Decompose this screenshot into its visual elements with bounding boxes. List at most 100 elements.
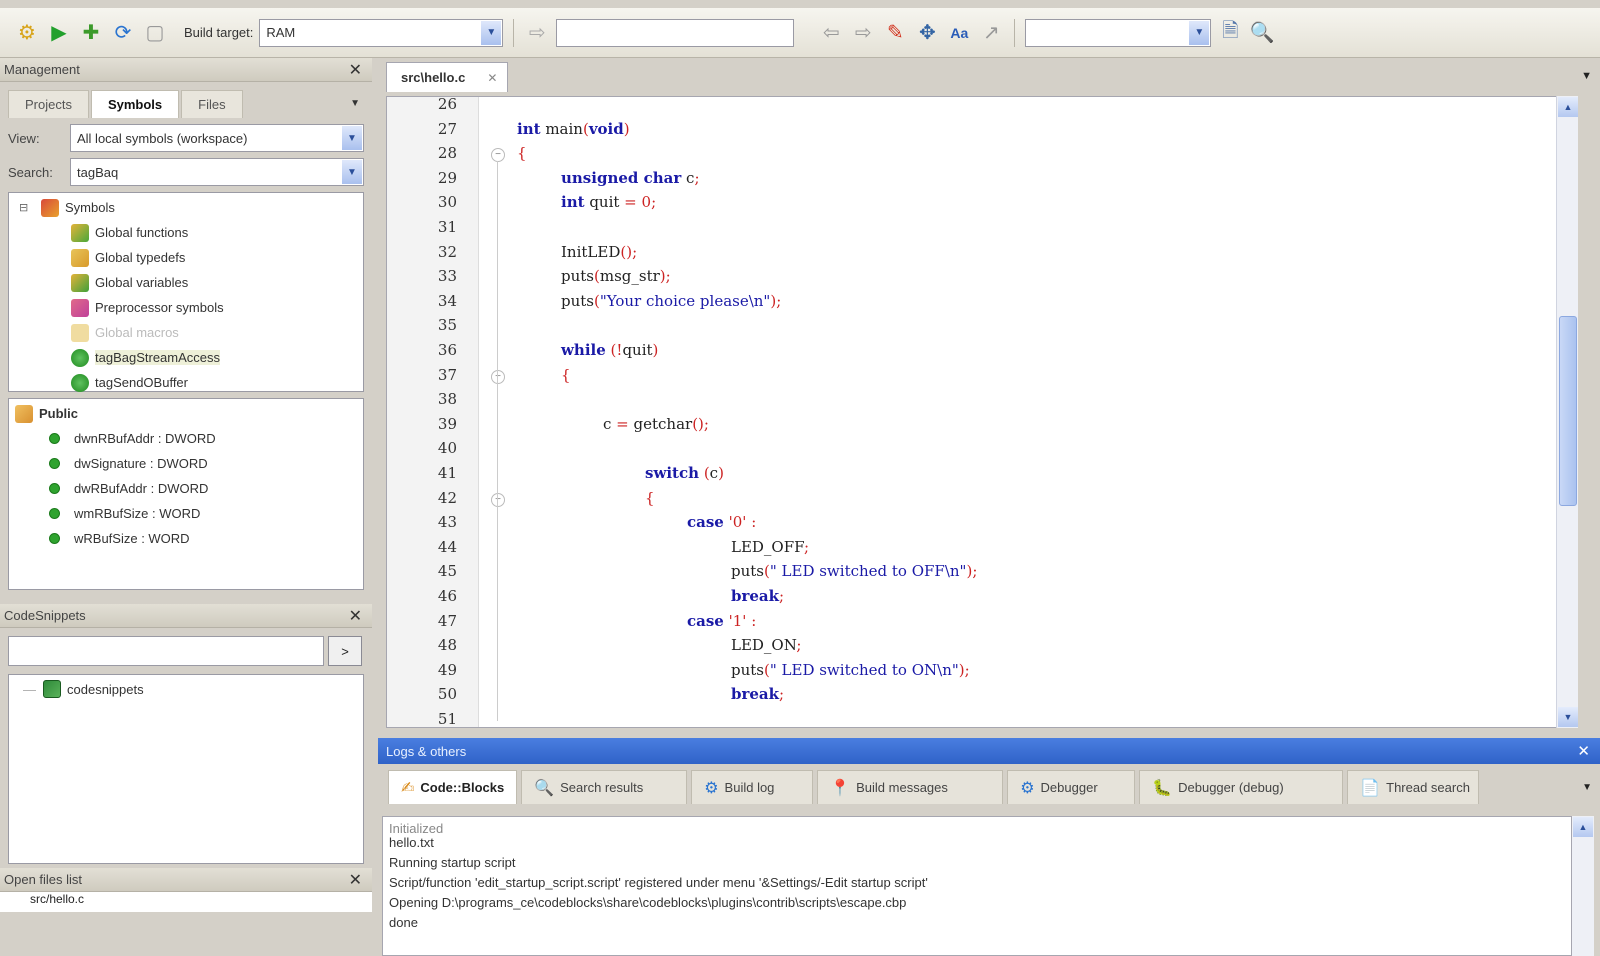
code-editor[interactable]: 26 27 28 29 30 31 32 33 34 35 36 37 38 39 40 41 42 43 44 45… [386,96,1558,728]
tree-row-tag-send-obuffer[interactable]: tagSendOBuffer [9,370,363,395]
highlight-icon[interactable]: ✎ [882,20,908,46]
tab-build-messages[interactable]: 📍 Build messages [817,770,1004,804]
tab-files[interactable]: Files [181,90,243,118]
tree-row-global-typedefs[interactable]: Global typedefs [9,245,363,270]
code-line: break; [731,587,785,605]
tree-row-tag-bag-stream-access[interactable]: tagBagStreamAccess [9,345,363,370]
close-icon[interactable]: ✕ [349,60,362,80]
fold-marker-icon[interactable]: − [491,492,505,507]
editor-tab[interactable]: src\hello.c ✕ [386,62,509,92]
scroll-up-icon[interactable]: ▲ [1558,97,1578,117]
tree-row-codesnippets[interactable]: — codesnippets [9,675,363,703]
symbols-tree: ⊟ Symbols Global functions Global typede… [8,192,364,392]
member-row[interactable]: wRBufSize : WORD [9,526,363,551]
collapse-icon[interactable]: ⊟ [19,201,41,214]
build-and-run-icon[interactable]: ✚ [78,20,104,46]
close-icon[interactable]: ✕ [487,71,497,85]
member-row[interactable]: wmRBufSize : WORD [9,501,363,526]
find-in-files-icon[interactable]: 🗎 [1217,20,1243,46]
abort-icon[interactable]: ▢ [142,20,168,46]
public-group[interactable]: Public [9,401,363,426]
tab-label: Thread search [1386,780,1470,795]
open-files-list: src/hello.c [0,892,372,912]
jump-icon[interactable]: ⇨ [524,20,550,46]
line-number: 43 [437,513,457,532]
class-icon [71,348,89,367]
match-icon[interactable]: Aa [946,20,972,46]
chevron-down-icon[interactable]: ▼ [1582,782,1592,793]
toolbar-find-combo[interactable]: ▼ [1025,18,1212,47]
tab-symbols[interactable]: Symbols [90,90,180,118]
log-scrollbar[interactable]: ▲ [1572,816,1594,956]
code-line: LED_OFF; [731,537,810,556]
rebuild-icon[interactable]: ⟳ [110,20,136,46]
symbol-search-label: Search: [8,164,53,180]
build-icon[interactable]: ⚙ [14,20,40,46]
tab-debugger-debug[interactable]: 🐛 Debugger (debug) [1139,770,1344,804]
tab-search-results[interactable]: 🔍 Search results [521,770,688,804]
chevron-down-icon[interactable]: ▼ [1189,20,1210,45]
document-icon: 📄 [1360,779,1381,797]
code-line: puts(msg_str); [561,267,671,286]
line-number: 49 [437,660,457,679]
close-icon[interactable]: ✕ [1577,742,1590,760]
chevron-down-icon[interactable]: ▼ [481,20,502,45]
run-icon[interactable]: ▶ [46,20,72,46]
tree-label: Symbols [65,200,115,215]
open-file-item[interactable]: src/hello.c [30,892,84,906]
codesnippets-go-button[interactable]: > [328,636,362,666]
member-row[interactable]: dwRBufAddr : DWORD [9,476,363,501]
regex-icon[interactable]: ↗ [978,20,1004,46]
fold-marker-icon[interactable]: − [491,148,505,163]
debug-icon[interactable]: ✥ [914,20,940,46]
tab-projects[interactable]: Projects [8,90,89,118]
codesnippets-tree: — codesnippets [8,674,364,864]
view-select[interactable]: All local symbols (workspace) ▼ [70,124,364,152]
scrollbar-thumb[interactable] [1559,316,1577,506]
log-output[interactable]: Initialized hello.txt Running startup sc… [382,816,1572,956]
tabs-dropdown[interactable] [249,92,364,118]
tree-row-symbols[interactable]: ⊟ Symbols [9,195,363,220]
code-line: LED_ON; [731,636,802,655]
tree-row-global-functions[interactable]: Global functions [9,220,363,245]
toolbar-search-input[interactable] [556,18,795,47]
close-icon[interactable]: ✕ [349,606,362,626]
scroll-down-icon[interactable]: ▼ [1558,707,1578,727]
symbol-search-input[interactable]: tagBaq ▼ [70,158,364,186]
tab-codeblocks[interactable]: ✍ Code::Blocks [388,770,518,804]
codesnippets-panel-title: CodeSnippets ✕ [0,604,372,628]
bug-icon: 🐛 [1152,779,1173,797]
chevron-down-icon[interactable]: ▼ [342,126,362,150]
log-line: hello.txt [389,835,434,850]
member-icon [49,533,60,544]
member-row[interactable]: dwnRBufAddr : DWORD [9,426,363,451]
tree-label: Preprocessor symbols [95,300,224,315]
search-icon[interactable]: 🔍 [1249,20,1275,46]
chevron-down-icon[interactable]: ▼ [1581,70,1592,82]
toolbar-separator [1014,18,1016,47]
tab-build-log[interactable]: ⚙ Build log [691,770,814,804]
fold-marker-icon[interactable]: − [491,369,505,384]
editor-scrollbar[interactable]: ▲ ▼ [1556,96,1578,728]
tree-row-global-variables[interactable]: Global variables [9,270,363,295]
symbols-folder-icon [41,198,59,217]
codesnippets-search-input[interactable] [8,636,324,666]
scroll-up-icon[interactable]: ▲ [1573,817,1593,837]
code-line: { [517,144,527,163]
build-target-select[interactable]: RAM ▼ [259,18,504,47]
close-icon[interactable]: ✕ [349,870,362,890]
tab-thread-search[interactable]: 📄 Thread search [1347,770,1480,804]
tab-debugger[interactable]: ⚙ Debugger [1007,770,1136,804]
member-row[interactable]: dwSignature : DWORD [9,451,363,476]
left-panel: Management ✕ Projects Symbols Files View… [0,58,372,950]
back-icon[interactable]: ⇦ [818,20,844,46]
forward-icon[interactable]: ⇨ [850,20,876,46]
tree-row-global-macros[interactable]: Global macros [9,320,363,345]
tree-row-preprocessor[interactable]: Preprocessor symbols [9,295,363,320]
chevron-down-icon[interactable]: ▼ [342,160,362,184]
line-number: 37 [437,365,457,384]
line-number: 30 [437,193,457,212]
log-line: Opening D:\programs_ce\codeblocks\share\… [389,895,907,910]
build-target-label: Build target: [184,25,254,40]
search-icon: 🔍 [534,779,555,797]
